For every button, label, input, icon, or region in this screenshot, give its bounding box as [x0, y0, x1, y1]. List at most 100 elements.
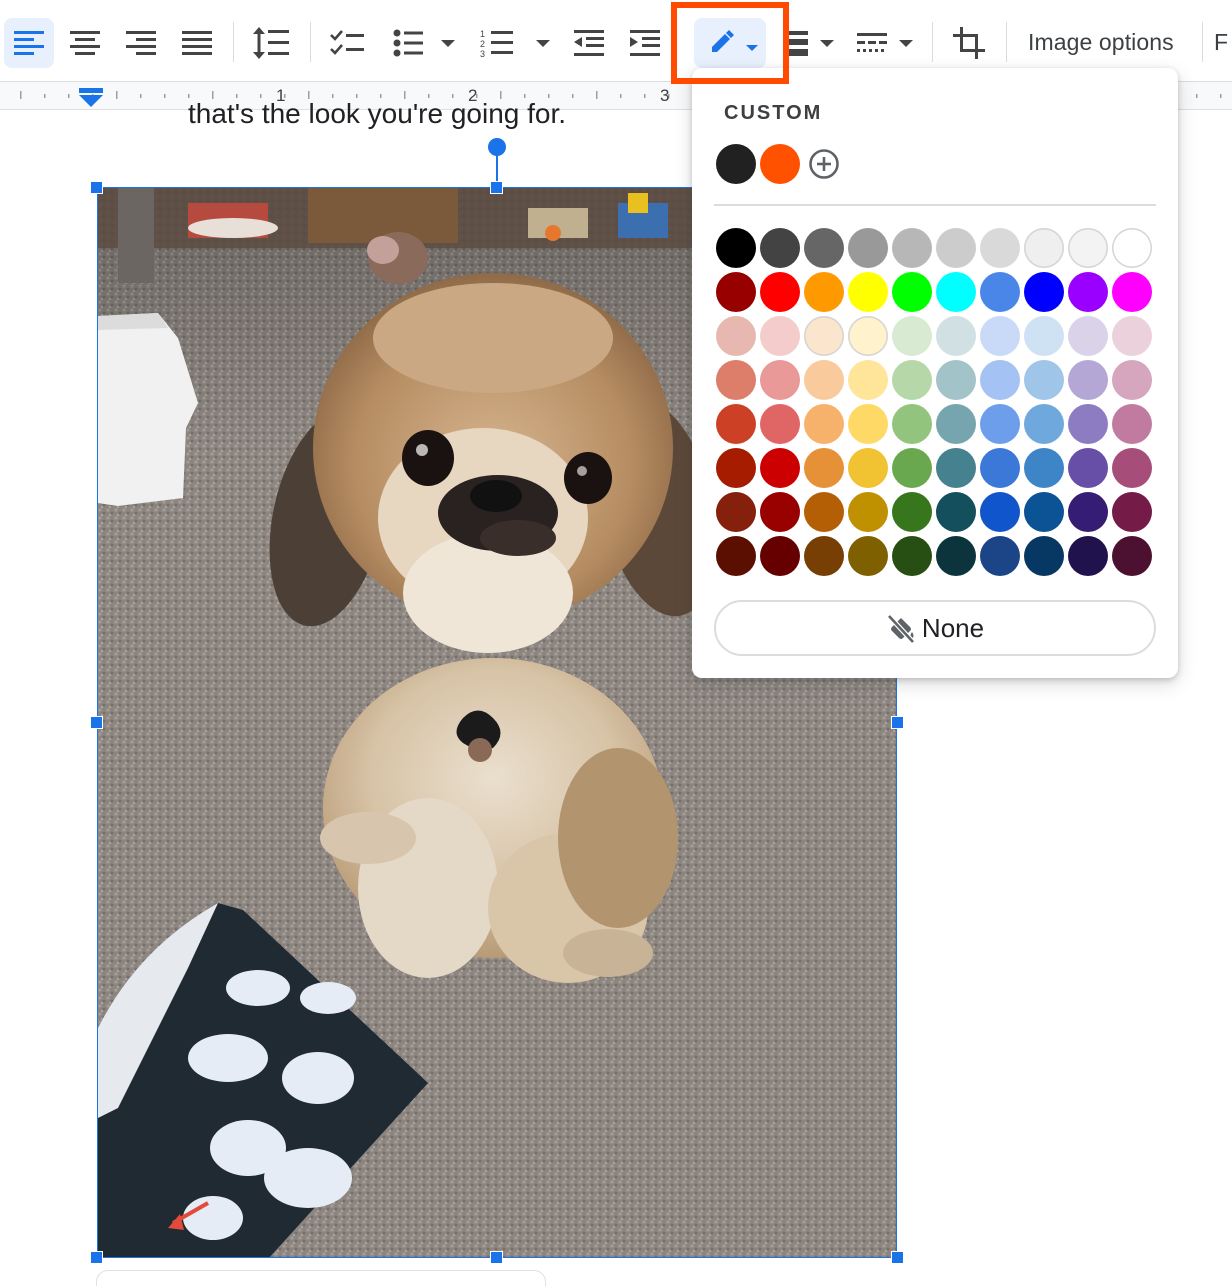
color-swatch[interactable] — [848, 272, 888, 312]
color-swatch[interactable] — [1068, 536, 1108, 576]
color-swatch[interactable] — [760, 316, 800, 356]
color-swatch[interactable] — [848, 316, 888, 356]
color-swatch[interactable] — [804, 360, 844, 400]
color-swatch[interactable] — [760, 448, 800, 488]
increase-indent-button[interactable] — [620, 18, 670, 68]
color-swatch[interactable] — [892, 492, 932, 532]
color-swatch[interactable] — [1024, 492, 1064, 532]
color-swatch[interactable] — [980, 448, 1020, 488]
color-swatch[interactable] — [936, 360, 976, 400]
color-swatch[interactable] — [760, 492, 800, 532]
custom-color-swatch[interactable] — [760, 144, 800, 184]
color-swatch[interactable] — [1068, 272, 1108, 312]
color-swatch[interactable] — [892, 360, 932, 400]
color-swatch[interactable] — [804, 272, 844, 312]
color-swatch[interactable] — [1112, 272, 1152, 312]
align-left-button[interactable] — [4, 18, 54, 68]
color-swatch[interactable] — [892, 228, 932, 268]
image-layout-bar[interactable] — [96, 1270, 546, 1286]
color-swatch[interactable] — [1024, 360, 1064, 400]
color-swatch[interactable] — [936, 228, 976, 268]
color-swatch[interactable] — [716, 448, 756, 488]
color-swatch[interactable] — [1068, 228, 1108, 268]
border-weight-button[interactable] — [784, 18, 840, 68]
color-swatch[interactable] — [760, 404, 800, 444]
color-swatch[interactable] — [716, 404, 756, 444]
resize-handle-bottom-left[interactable] — [90, 1251, 103, 1264]
color-swatch[interactable] — [760, 536, 800, 576]
resize-handle-top[interactable] — [490, 181, 503, 194]
crop-image-button[interactable] — [944, 18, 994, 68]
color-swatch[interactable] — [1112, 228, 1152, 268]
border-dash-button[interactable] — [852, 18, 918, 68]
color-swatch[interactable] — [1112, 536, 1152, 576]
align-right-button[interactable] — [116, 18, 166, 68]
color-swatch[interactable] — [892, 536, 932, 576]
color-swatch[interactable] — [848, 448, 888, 488]
color-swatch[interactable] — [980, 316, 1020, 356]
bulleted-list-button[interactable] — [386, 18, 462, 68]
resize-handle-bottom-right[interactable] — [891, 1251, 904, 1264]
color-swatch[interactable] — [980, 404, 1020, 444]
color-swatch[interactable] — [760, 360, 800, 400]
color-swatch[interactable] — [980, 228, 1020, 268]
align-justify-button[interactable] — [172, 18, 222, 68]
rotate-handle[interactable] — [488, 138, 506, 156]
resize-handle-right[interactable] — [891, 716, 904, 729]
color-swatch[interactable] — [1112, 316, 1152, 356]
image-options-button[interactable]: Image options — [1016, 20, 1186, 64]
custom-color-swatch[interactable] — [716, 144, 756, 184]
color-swatch[interactable] — [980, 360, 1020, 400]
color-swatch[interactable] — [1068, 360, 1108, 400]
color-swatch[interactable] — [716, 492, 756, 532]
color-swatch[interactable] — [848, 404, 888, 444]
color-swatch[interactable] — [760, 228, 800, 268]
color-swatch[interactable] — [1112, 448, 1152, 488]
color-swatch[interactable] — [716, 360, 756, 400]
color-swatch[interactable] — [716, 316, 756, 356]
color-swatch[interactable] — [892, 272, 932, 312]
toolbar-overflow-label[interactable]: F — [1214, 20, 1228, 64]
color-swatch[interactable] — [1024, 316, 1064, 356]
color-swatch[interactable] — [892, 404, 932, 444]
line-spacing-button[interactable] — [246, 18, 296, 68]
color-swatch[interactable] — [848, 360, 888, 400]
color-swatch[interactable] — [936, 448, 976, 488]
color-swatch[interactable] — [980, 492, 1020, 532]
color-swatch[interactable] — [716, 228, 756, 268]
resize-handle-bottom[interactable] — [490, 1251, 503, 1264]
color-swatch[interactable] — [1024, 536, 1064, 576]
color-swatch[interactable] — [892, 448, 932, 488]
resize-handle-top-left[interactable] — [90, 181, 103, 194]
color-swatch[interactable] — [848, 228, 888, 268]
color-swatch[interactable] — [1024, 404, 1064, 444]
border-color-button[interactable] — [694, 18, 766, 68]
color-swatch[interactable] — [1024, 448, 1064, 488]
color-swatch[interactable] — [716, 536, 756, 576]
color-swatch[interactable] — [980, 536, 1020, 576]
color-swatch[interactable] — [804, 492, 844, 532]
checklist-button[interactable] — [322, 18, 372, 68]
color-swatch[interactable] — [804, 448, 844, 488]
document-text-line[interactable]: that's the look you're going for. — [188, 98, 566, 130]
color-swatch[interactable] — [1112, 492, 1152, 532]
color-swatch[interactable] — [936, 404, 976, 444]
indent-marker-icon[interactable] — [78, 88, 104, 108]
color-swatch[interactable] — [892, 316, 932, 356]
plus-circle-icon[interactable] — [808, 148, 840, 180]
color-swatch[interactable] — [760, 272, 800, 312]
no-color-button[interactable]: None — [714, 600, 1156, 656]
resize-handle-left[interactable] — [90, 716, 103, 729]
color-swatch[interactable] — [848, 492, 888, 532]
color-swatch[interactable] — [1068, 404, 1108, 444]
color-swatch[interactable] — [1068, 448, 1108, 488]
color-swatch[interactable] — [1024, 272, 1064, 312]
color-swatch[interactable] — [848, 536, 888, 576]
color-swatch[interactable] — [1068, 492, 1108, 532]
color-swatch[interactable] — [1112, 360, 1152, 400]
color-swatch[interactable] — [936, 536, 976, 576]
color-swatch[interactable] — [716, 272, 756, 312]
color-swatch[interactable] — [804, 404, 844, 444]
color-swatch[interactable] — [804, 228, 844, 268]
color-swatch[interactable] — [804, 536, 844, 576]
